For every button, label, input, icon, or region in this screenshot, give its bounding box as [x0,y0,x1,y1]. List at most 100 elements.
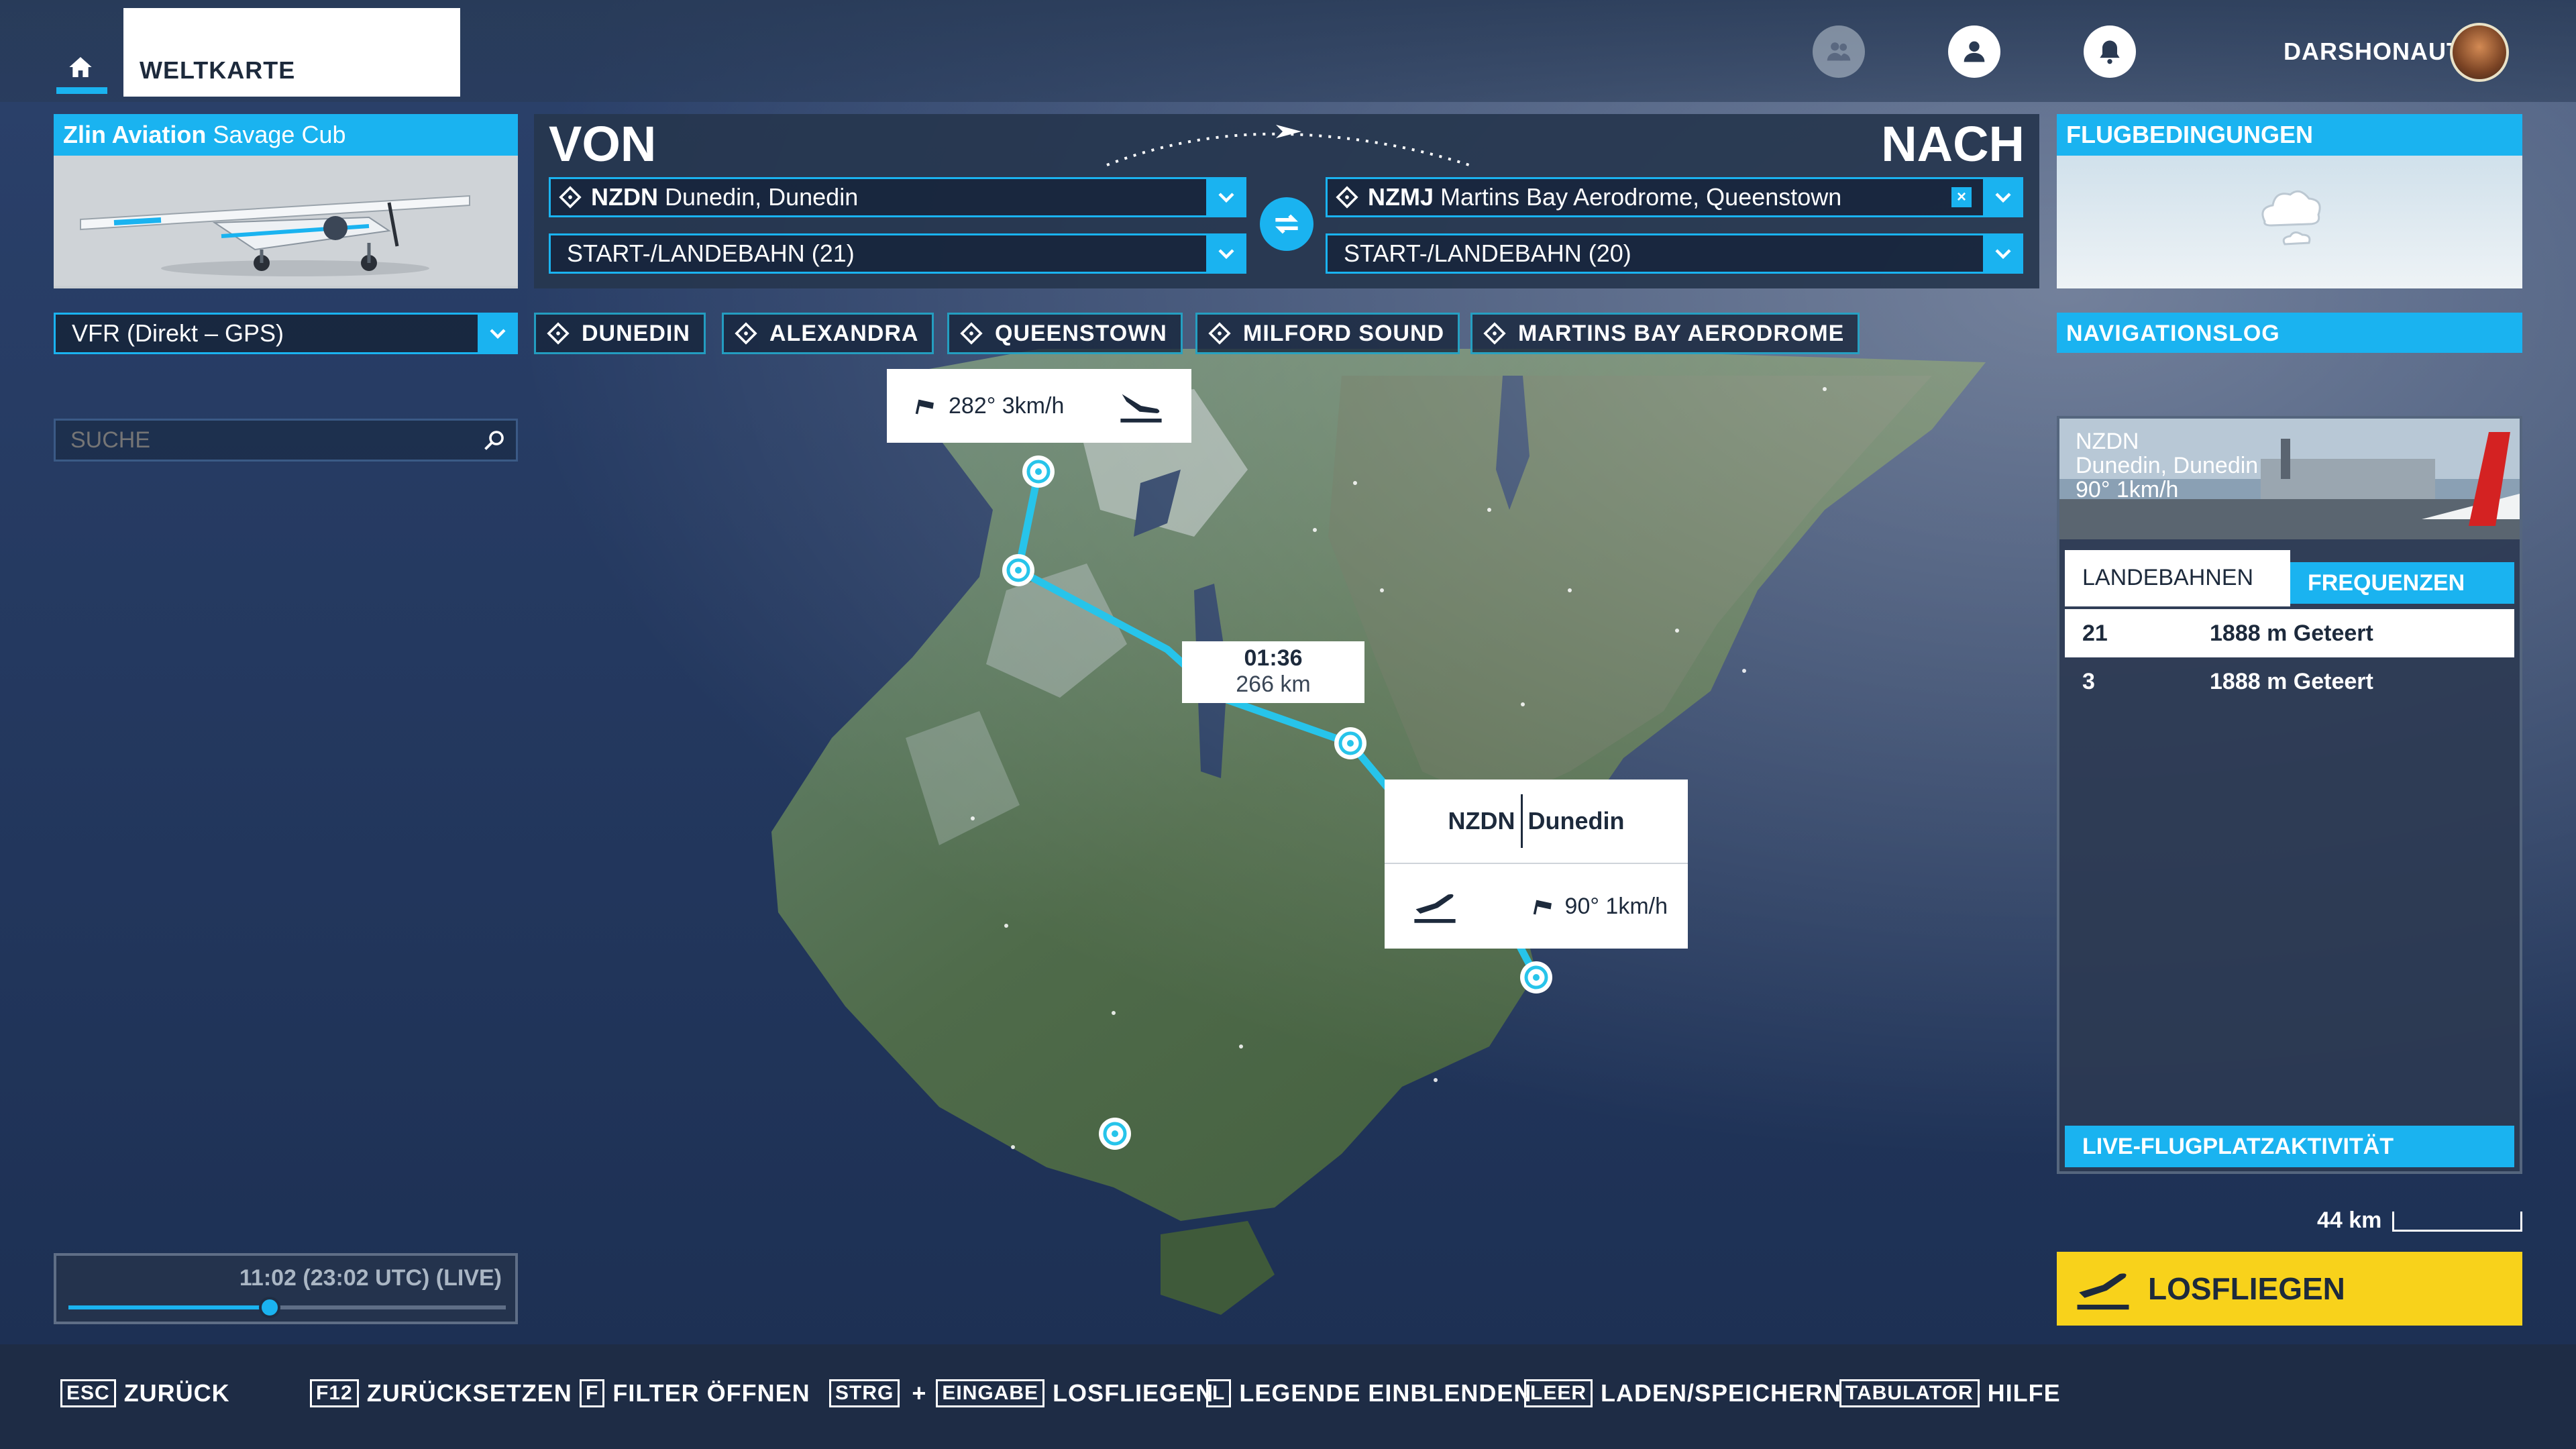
notifications-button[interactable] [2084,25,2136,78]
time-label: 11:02 (23:02 UTC) (LIVE) [239,1265,502,1291]
origin-name: Dunedin [1527,807,1625,835]
live-activity-button[interactable]: LIVE-FLUGPLATZAKTIVITÄT [2065,1126,2514,1167]
takeoff-icon [1414,894,1456,923]
waypoint-chip-dunedin[interactable]: DUNEDIN [534,313,706,354]
flight-mode-select[interactable]: VFR (Direkt – GPS) [54,313,518,354]
callout-divider [1520,794,1523,848]
chevron-down-icon [490,329,506,339]
flight-conditions-title: FLUGBEDINGUNGEN [2057,114,2522,156]
chevron-down-icon [1995,193,2011,203]
waypoint-label: QUEENSTOWN [995,320,1167,346]
from-airport-name: Dunedin, Dunedin [665,183,859,211]
tab-frequenzen[interactable]: FREQUENZEN [2290,562,2514,604]
leg-time: 01:36 [1244,645,1303,671]
from-airport-field[interactable]: NZDN Dunedin, Dunedin × [549,177,1246,217]
shortcut-reset[interactable]: F12 ZURÜCKSETZEN [310,1379,572,1407]
table-row[interactable]: 3 1888 m Geteert [2065,657,2514,706]
airport-info-panel: NZDN Dunedin, Dunedin 90° 1km/h LANDEBAH… [2057,416,2522,1174]
key-cap: LEER [1524,1379,1593,1407]
shortcut-save[interactable]: LEER LADEN/SPEICHERN [1524,1379,1841,1407]
leg-distance: 266 km [1236,672,1311,697]
swap-route-button[interactable] [1260,197,1313,251]
navlog-button[interactable]: NAVIGATIONSLOG [2057,313,2522,353]
key-cap: EINGABE [936,1379,1045,1407]
home-icon [69,57,92,77]
shortcut-help[interactable]: TABULATOR HILFE [1839,1379,2061,1407]
fly-button-label: LOSFLIEGEN [2148,1271,2345,1306]
from-runway-value: START-/LANDEBAHN (21) [567,239,855,267]
waypoint-icon [559,186,582,209]
waypoint-marker-queenstown[interactable] [1334,727,1366,759]
origin-code: NZDN [1448,807,1515,835]
shortcut-legend[interactable]: L LEGENDE EINBLENDEN [1206,1379,1532,1407]
runway-desc: 1888 m Geteert [2210,620,2373,646]
table-row[interactable]: 21 1888 m Geteert [2065,609,2514,657]
waypoint-chip-queenstown[interactable]: QUEENSTOWN [947,313,1183,354]
waypoint-marker-milford[interactable] [1002,554,1034,586]
clear-to-button[interactable]: × [1951,187,1972,207]
from-runway-dropdown[interactable] [1206,233,1246,274]
from-airport-dropdown[interactable] [1206,177,1246,217]
search-input[interactable] [70,427,482,453]
flight-mode-value: VFR (Direkt – GPS) [72,319,284,347]
to-airport-name: Martins Bay Aerodrome, Queenstown [1440,183,1842,211]
search-box[interactable] [54,419,518,462]
waypoint-chip-martins-bay[interactable]: MARTINS BAY AERODROME [1470,313,1860,354]
to-airport-dropdown[interactable] [1983,177,2023,217]
to-runway-select[interactable]: START-/LANDEBAHN (20) [1326,233,2023,274]
key-cap: ESC [60,1379,116,1407]
waypoint-marker-destination[interactable] [1022,455,1055,488]
shortcut-label: ZURÜCKSETZEN [366,1379,572,1407]
friends-icon [1827,42,1851,61]
key-cap: TABULATOR [1839,1379,1980,1407]
to-runway-value: START-/LANDEBAHN (20) [1344,239,1631,267]
waypoint-label: ALEXANDRA [769,320,919,346]
tab-weltkarte[interactable]: WELTKARTE [123,8,460,97]
destination-wind-value: 282° 3km/h [949,392,1065,419]
aircraft-title: Zlin Aviation Savage Cub [54,114,518,156]
chevron-down-icon [1995,249,2011,260]
aircraft-image [54,156,518,286]
avatar[interactable] [2450,23,2509,82]
to-runway-dropdown[interactable] [1983,233,2023,274]
waypoint-icon [547,322,570,345]
flight-conditions-card[interactable]: FLUGBEDINGUNGEN [2057,114,2522,288]
tab-landebahnen[interactable]: LANDEBAHNEN [2065,550,2290,606]
from-runway-select[interactable]: START-/LANDEBAHN (21) [549,233,1246,274]
leg-info-callout[interactable]: 01:36 266 km [1182,641,1364,703]
notification-bell-icon [2100,40,2120,64]
aircraft-brand: Zlin Aviation [63,121,207,148]
waypoint-icon [1208,322,1231,345]
flight-mode-dropdown[interactable] [478,313,518,354]
home-button[interactable] [54,40,107,94]
aircraft-model: Savage Cub [213,121,346,148]
shortcut-filter[interactable]: F FILTER ÖFFNEN [580,1379,810,1407]
windsock-icon [915,399,934,415]
to-airport-field[interactable]: NZMJ Martins Bay Aerodrome, Queenstown × [1326,177,2023,217]
waypoint-chip-milford-sound[interactable]: MILFORD SOUND [1195,313,1460,354]
aircraft-card[interactable]: Zlin Aviation Savage Cub [54,114,518,288]
landing-icon [1120,394,1162,423]
waypoint-icon [1483,322,1506,345]
shortcut-label: LADEN/SPEICHERN [1601,1379,1842,1407]
time-slider-track[interactable] [68,1297,506,1318]
user-name[interactable]: DARSHONAUT [2284,38,2462,66]
shortcut-back[interactable]: ESC ZURÜCK [60,1379,230,1407]
key-cap: F12 [310,1379,359,1407]
origin-airport-callout[interactable]: NZDN Dunedin 90° 1km/h [1385,780,1688,949]
waypoint-chip-alexandra[interactable]: ALEXANDRA [722,313,934,354]
airport-marker-invercargill[interactable] [1099,1118,1131,1150]
fly-button[interactable]: LOSFLIEGEN [2057,1252,2522,1326]
destination-wind-callout[interactable]: 282° 3km/h [887,369,1191,443]
waypoint-marker-origin[interactable] [1520,961,1552,994]
profile-button[interactable] [1948,25,2000,78]
shortcut-fly[interactable]: STRG + EINGABE LOSFLIEGEN [829,1379,1214,1407]
route-arc-decoration [1106,125,1470,166]
shortcut-label: LOSFLIEGEN [1053,1379,1214,1407]
friends-button[interactable] [1813,25,1865,78]
shortcut-label: LEGENDE EINBLENDEN [1239,1379,1532,1407]
time-slider-thumb[interactable] [258,1297,280,1318]
search-icon[interactable] [482,428,506,452]
runway-id: 3 [2082,668,2095,694]
shortcut-label: HILFE [1987,1379,2061,1407]
